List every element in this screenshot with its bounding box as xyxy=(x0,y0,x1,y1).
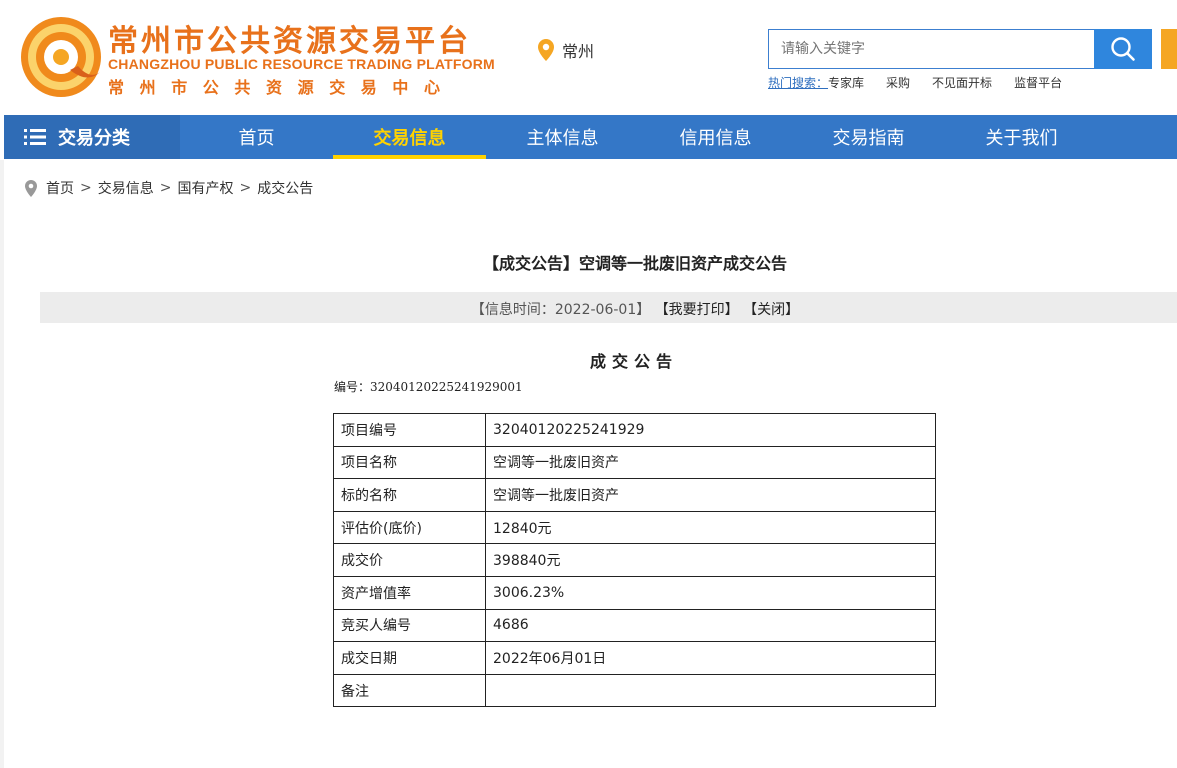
row-label: 评估价(底价) xyxy=(333,510,486,545)
row-label: 备注 xyxy=(333,673,486,708)
table-row: 标的名称 空调等一批废旧资产 xyxy=(333,478,936,512)
table-row: 评估价(底价) 12840元 xyxy=(333,510,936,545)
city-label: 常州 xyxy=(562,42,595,61)
close-button[interactable]: 【关闭】 xyxy=(743,302,799,318)
deal-details-table: 项目编号 32040120225241929 项目名称 空调等一批废旧资产 标的… xyxy=(333,413,936,708)
row-value: 12840元 xyxy=(485,510,936,545)
brand-name-cn: 常州市公共资源交易平台 xyxy=(108,24,471,59)
menu-list-icon xyxy=(24,129,46,145)
hot-searches: 热门搜索： 专家库 采购 不见面开标 监督平台 xyxy=(768,74,1062,91)
row-value: 4686 xyxy=(485,608,936,643)
row-label: 成交日期 xyxy=(333,641,486,675)
table-row: 资产增值率 3006.23% xyxy=(333,575,936,610)
row-value xyxy=(485,673,936,708)
row-value: 3006.23% xyxy=(485,575,936,610)
info-line: 【信息时间：2022-06-01】 【我要打印】 【关闭】 xyxy=(0,299,1177,319)
brand-center-cn: 常州市公共资源交易中心 xyxy=(108,78,456,97)
breadcrumb-home[interactable]: 首页 xyxy=(46,178,74,198)
article-title: 【成交公告】空调等一批废旧资产成交公告 xyxy=(482,254,787,273)
row-label: 资产增值率 xyxy=(333,575,486,610)
brand-name-en: CHANGZHOU PUBLIC RESOURCE TRADING PLATFO… xyxy=(108,56,495,72)
breadcrumb-separator: > xyxy=(239,180,252,196)
breadcrumb-separator: > xyxy=(159,180,172,196)
row-value: 空调等一批废旧资产 xyxy=(485,445,936,480)
document-number: 编号：32040120225241929001 xyxy=(334,380,523,394)
document-heading: 成交公告 xyxy=(589,352,678,371)
nav-item-credit-info[interactable]: 信用信息 xyxy=(639,115,792,159)
nav-item-entity-info[interactable]: 主体信息 xyxy=(486,115,639,159)
table-row: 备注 xyxy=(333,673,936,708)
breadcrumb: 首页 > 交易信息 > 国有产权 > 成交公告 xyxy=(25,178,313,198)
map-pin-icon xyxy=(538,39,554,61)
hot-search-label: 热门搜索： xyxy=(768,76,829,90)
hot-search-item[interactable]: 不见面开标 xyxy=(932,74,992,91)
row-label: 标的名称 xyxy=(333,478,486,512)
search-button[interactable] xyxy=(1094,29,1152,69)
nav-item-home[interactable]: 首页 xyxy=(180,115,333,159)
hot-search-item[interactable]: 采购 xyxy=(886,74,910,91)
location-pin-icon xyxy=(25,179,37,197)
side-tab[interactable] xyxy=(1161,29,1177,69)
nav-item-trading-info[interactable]: 交易信息 xyxy=(333,115,486,159)
search-icon xyxy=(1111,37,1135,61)
table-row: 成交日期 2022年06月01日 xyxy=(333,641,936,675)
nav-item-trading-guide[interactable]: 交易指南 xyxy=(792,115,945,159)
breadcrumb-trading-info[interactable]: 交易信息 xyxy=(98,178,154,198)
row-label: 成交价 xyxy=(333,543,486,577)
nav-category-label: 交易分类 xyxy=(58,128,130,149)
nav-category-menu[interactable]: 交易分类 xyxy=(4,115,180,159)
hot-search-item[interactable]: 监督平台 xyxy=(1014,74,1062,91)
nav-item-about-us[interactable]: 关于我们 xyxy=(945,115,1098,159)
print-button[interactable]: 【我要打印】 xyxy=(655,302,739,318)
row-label: 项目编号 xyxy=(333,413,486,447)
breadcrumb-current: 成交公告 xyxy=(257,181,314,197)
search-input[interactable] xyxy=(768,29,1095,69)
table-row: 竞买人编号 4686 xyxy=(333,608,936,643)
main-nav: 交易分类 首页 交易信息 主体信息 信用信息 交易指南 关于我们 xyxy=(4,115,1177,159)
row-label: 竞买人编号 xyxy=(333,608,486,643)
table-row: 成交价 398840元 xyxy=(333,543,936,577)
row-value: 398840元 xyxy=(485,543,936,577)
row-label: 项目名称 xyxy=(333,445,486,480)
table-row: 项目名称 空调等一批废旧资产 xyxy=(333,445,936,480)
city-selector[interactable]: 常州 xyxy=(538,38,594,62)
row-value: 空调等一批废旧资产 xyxy=(485,478,936,512)
info-time: 【信息时间：2022-06-01】 xyxy=(470,302,651,318)
breadcrumb-separator: > xyxy=(80,180,92,196)
table-row: 项目编号 32040120225241929 xyxy=(333,413,936,447)
hot-search-item[interactable]: 专家库 xyxy=(828,74,864,91)
row-value: 32040120225241929 xyxy=(485,413,936,447)
logo-icon xyxy=(21,17,101,97)
site-header: 常州市公共资源交易平台 CHANGZHOU PUBLIC RESOURCE TR… xyxy=(0,0,1177,115)
row-value: 2022年06月01日 xyxy=(485,641,936,675)
breadcrumb-state-property[interactable]: 国有产权 xyxy=(177,178,233,198)
